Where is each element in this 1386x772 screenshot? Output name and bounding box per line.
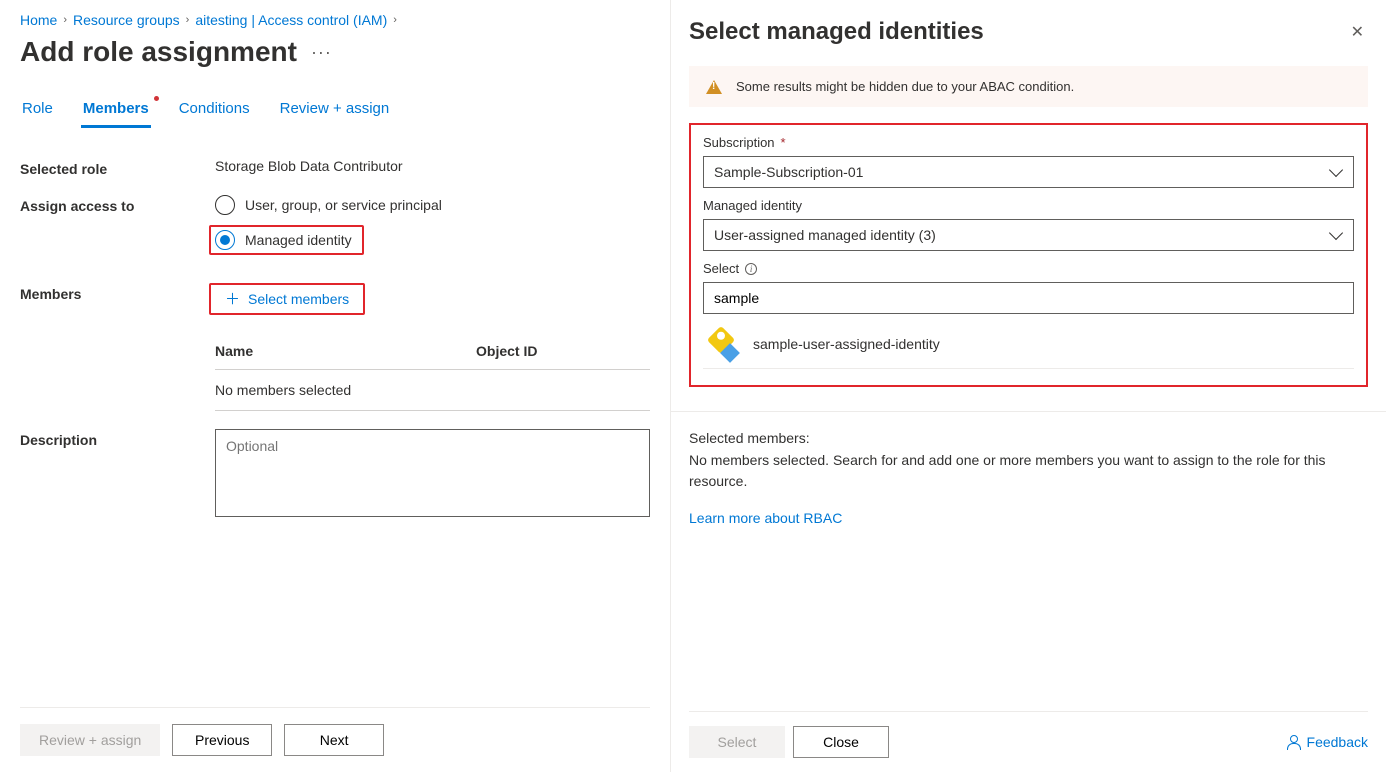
radio-managed-identity[interactable]: Managed identity — [209, 225, 364, 255]
required-icon: * — [781, 135, 786, 150]
assign-access-label: Assign access to — [20, 195, 215, 214]
radio-user-group-label: User, group, or service principal — [245, 197, 442, 213]
selected-role-label: Selected role — [20, 158, 215, 177]
tab-members[interactable]: Members — [81, 92, 151, 128]
person-icon — [1287, 735, 1301, 749]
panel-title: Select managed identities — [689, 18, 984, 46]
subscription-select[interactable]: Sample-Subscription-01 — [703, 156, 1354, 188]
managed-identity-icon — [707, 328, 739, 360]
previous-button[interactable]: Previous — [172, 724, 272, 756]
select-members-link[interactable]: ＋ Select members — [209, 283, 365, 315]
select-button[interactable]: Select — [689, 726, 785, 758]
breadcrumb-access-control[interactable]: aitesting | Access control (IAM) — [195, 12, 387, 28]
page-title: Add role assignment — [20, 36, 297, 68]
tab-role[interactable]: Role — [20, 92, 55, 128]
selected-role-value: Storage Blob Data Contributor — [215, 158, 650, 174]
subscription-label: Subscription — [703, 135, 775, 150]
select-label: Select — [703, 261, 739, 276]
info-icon[interactable]: i — [745, 263, 757, 275]
identity-selector-section: Subscription * Sample-Subscription-01 Ma… — [689, 123, 1368, 387]
tab-review-assign[interactable]: Review + assign — [278, 92, 392, 128]
plus-icon: ＋ — [225, 292, 240, 307]
search-input[interactable] — [714, 290, 1343, 306]
warning-text: Some results might be hidden due to your… — [736, 79, 1074, 94]
warning-banner: Some results might be hidden due to your… — [689, 66, 1368, 107]
description-input[interactable] — [215, 429, 650, 517]
divider — [671, 411, 1386, 412]
managed-identity-select[interactable]: User-assigned managed identity (3) — [703, 219, 1354, 251]
members-label: Members — [20, 283, 215, 302]
col-name: Name — [215, 333, 476, 370]
select-members-label: Select members — [248, 291, 349, 307]
close-button[interactable]: Close — [793, 726, 889, 758]
identity-result-name: sample-user-assigned-identity — [753, 336, 940, 352]
chevron-down-icon — [1329, 163, 1343, 177]
description-label: Description — [20, 429, 215, 448]
review-assign-button[interactable]: Review + assign — [20, 724, 160, 756]
members-table: Name Object ID No members selected — [215, 333, 650, 411]
radio-managed-identity-label: Managed identity — [245, 232, 352, 248]
chevron-right-icon: › — [393, 14, 397, 26]
next-button[interactable]: Next — [284, 724, 384, 756]
selected-members-header: Selected members: — [689, 430, 1368, 446]
subscription-value: Sample-Subscription-01 — [714, 164, 863, 180]
search-input-wrapper — [703, 282, 1354, 314]
more-icon[interactable]: ··· — [311, 42, 332, 63]
breadcrumb-home[interactable]: Home — [20, 12, 57, 28]
chevron-down-icon — [1329, 226, 1343, 240]
tab-members-label: Members — [83, 100, 149, 117]
chevron-right-icon: › — [186, 14, 190, 26]
status-dot-icon — [154, 96, 159, 101]
learn-more-link[interactable]: Learn more about RBAC — [689, 510, 1368, 526]
breadcrumb-resource-groups[interactable]: Resource groups — [73, 12, 180, 28]
feedback-label: Feedback — [1307, 734, 1368, 750]
table-row: No members selected — [215, 370, 650, 411]
breadcrumb: Home › Resource groups › aitesting | Acc… — [20, 12, 650, 28]
chevron-right-icon: › — [63, 14, 67, 26]
empty-row: No members selected — [215, 370, 650, 411]
radio-user-group[interactable]: User, group, or service principal — [215, 195, 650, 215]
tab-conditions[interactable]: Conditions — [177, 92, 252, 128]
tabs: Role Members Conditions Review + assign — [20, 92, 650, 128]
close-icon[interactable]: ✕ — [1347, 18, 1368, 46]
col-objectid: Object ID — [476, 333, 650, 370]
feedback-link[interactable]: Feedback — [1287, 734, 1368, 750]
selected-members-text: No members selected. Search for and add … — [689, 450, 1368, 492]
warning-icon — [706, 80, 722, 94]
managed-identity-label: Managed identity — [703, 198, 802, 213]
managed-identity-value: User-assigned managed identity (3) — [714, 227, 936, 243]
identity-result-row[interactable]: sample-user-assigned-identity — [703, 314, 1354, 369]
